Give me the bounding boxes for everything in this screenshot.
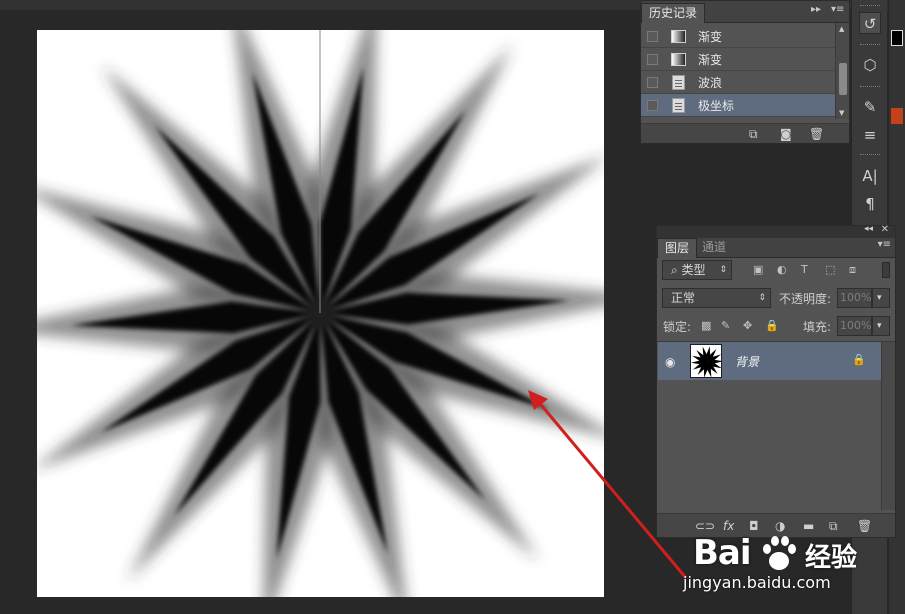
strip-grip[interactable] — [860, 154, 880, 157]
blend-mode-value: 正常 — [671, 291, 696, 305]
filter-smart-object-icon[interactable]: ⧈ — [849, 263, 856, 277]
scroll-up-icon[interactable]: ▲ — [839, 25, 844, 33]
blend-mode-select[interactable]: 正常 ⇕ — [662, 288, 771, 308]
folder-icon[interactable]: ▬ — [803, 519, 814, 533]
tab-channels[interactable]: 通道 — [695, 238, 733, 258]
snapshot-source-checkbox[interactable] — [647, 100, 658, 111]
baidu-jingyan-logo: Bai 经验 — [693, 533, 863, 577]
trash-icon[interactable]: 🗑 — [809, 127, 824, 141]
lock-position-icon[interactable]: ✥ — [743, 319, 752, 332]
chevron-updown-icon: ⇕ — [719, 265, 727, 275]
layer-name[interactable]: 背景 — [735, 353, 759, 370]
gradient-icon — [671, 30, 686, 43]
trash-icon[interactable]: 🗑 — [857, 519, 872, 533]
snapshot-source-checkbox[interactable] — [647, 54, 658, 65]
layer-thumbnail[interactable] — [690, 344, 722, 378]
history-panel: 历史记录 ▸▸ ▾≡ 渐变 渐变 波浪 极坐标 ▲ ▼ ⧉ ◙ 🗑 — [640, 0, 850, 144]
search-icon: ⌕ — [671, 263, 682, 277]
document-icon — [672, 98, 685, 113]
filter-type-icon[interactable]: T — [801, 263, 808, 276]
collapse-icon[interactable]: ▸▸ — [811, 4, 821, 15]
camera-icon[interactable]: ◙ — [780, 127, 792, 141]
layers-panel: ◂◂ ✕ 图层 通道 ▾≡ ⌕ 类型 ⇕ ▣ ◐ T ⬚ ⧈ 正常 ⇕ 不透明度… — [656, 224, 896, 538]
filter-kind-label: 类型 — [681, 263, 706, 277]
history-item-label: 波浪 — [698, 76, 723, 90]
fill-input[interactable]: 100% — [837, 316, 872, 336]
strip-grip[interactable] — [860, 86, 880, 89]
layers-tab-bar: 图层 通道 ▾≡ — [657, 238, 895, 258]
history-scroll-thumb[interactable] — [839, 63, 847, 95]
layers-scrollbar[interactable] — [881, 342, 895, 510]
strip-grip[interactable] — [860, 44, 880, 47]
history-brush-icon[interactable]: ↺ — [859, 12, 881, 34]
logo-chinese-text: 经验 — [805, 543, 858, 573]
mask-icon[interactable]: ◘ — [749, 519, 759, 533]
layers-panel-header: ◂◂ ✕ — [657, 224, 895, 238]
history-item[interactable]: 极坐标 — [641, 94, 835, 117]
history-scrollbar[interactable]: ▲ ▼ — [835, 23, 849, 119]
foreground-swatch[interactable] — [891, 30, 903, 46]
watermark-url: jingyan.baidu.com — [683, 573, 831, 592]
new-document-from-state-icon[interactable]: ⧉ — [749, 127, 758, 141]
adjust-icon[interactable]: ≡ — [859, 124, 881, 146]
3d-icon[interactable]: ⬡ — [859, 54, 881, 76]
layer-filter-kind[interactable]: ⌕ 类型 ⇕ — [662, 260, 732, 280]
panel-menu-icon[interactable]: ▾≡ — [878, 239, 891, 250]
panel-menu-icon[interactable]: ▾≡ — [831, 4, 844, 15]
history-item-label: 渐变 — [698, 53, 723, 67]
fx-icon[interactable]: fx — [723, 519, 734, 533]
chevron-updown-icon: ⇕ — [758, 293, 766, 303]
document-icon — [672, 75, 685, 90]
collapse-icon[interactable]: ◂◂ — [864, 224, 873, 234]
lock-label: 锁定: — [663, 320, 692, 334]
history-tab-bar: 历史记录 ▸▸ ▾≡ — [641, 1, 849, 23]
eye-icon[interactable]: ◉ — [665, 355, 675, 369]
opacity-label: 不透明度: — [779, 292, 832, 306]
tab-history[interactable]: 历史记录 — [641, 3, 706, 23]
character-icon[interactable]: A| — [859, 165, 881, 187]
snapshot-source-checkbox[interactable] — [647, 31, 658, 42]
polar-star-artwork — [37, 30, 604, 597]
snapshot-source-checkbox[interactable] — [647, 77, 658, 88]
new-layer-icon[interactable]: ⧉ — [829, 519, 838, 533]
history-footer: ⧉ ◙ 🗑 — [641, 123, 849, 143]
link-icon[interactable]: ⊂⊃ — [695, 519, 715, 533]
tab-layers[interactable]: 图层 — [657, 238, 698, 258]
strip-grip[interactable] — [860, 5, 880, 8]
fill-dropdown-icon[interactable]: ▾ — [872, 316, 890, 336]
lock-image-icon[interactable]: ✎ — [721, 319, 730, 332]
lock-all-icon[interactable]: 🔒 — [765, 319, 779, 332]
filter-pixel-icon[interactable]: ▣ — [753, 263, 763, 276]
lock-icon: 🔒 — [852, 353, 866, 366]
history-item-label: 极坐标 — [698, 99, 735, 113]
history-item-label: 渐变 — [698, 30, 723, 44]
layer-row-background[interactable]: ◉ 背景 🔒 — [658, 342, 882, 380]
logo-text: Bai — [693, 533, 752, 573]
filter-toggle[interactable] — [882, 262, 890, 278]
lock-transparent-icon[interactable]: ▩ — [701, 319, 711, 332]
adjustment-icon[interactable]: ◑ — [775, 519, 785, 533]
opacity-input[interactable]: 100% — [837, 288, 872, 308]
opacity-dropdown-icon[interactable]: ▾ — [872, 288, 890, 308]
fill-label: 填充: — [803, 320, 832, 334]
gradient-icon — [671, 53, 686, 66]
close-icon[interactable]: ✕ — [881, 224, 889, 235]
history-item[interactable]: 渐变 — [641, 25, 835, 48]
document-canvas[interactable] — [37, 30, 604, 597]
filter-shape-icon[interactable]: ⬚ — [825, 263, 835, 276]
brush-presets-icon[interactable]: ✎ — [859, 96, 881, 118]
scroll-down-icon[interactable]: ▼ — [839, 109, 844, 117]
history-item[interactable]: 渐变 — [641, 48, 835, 71]
paragraph-icon[interactable]: ¶ — [859, 193, 881, 215]
paw-icon — [763, 536, 796, 570]
color-swatch[interactable] — [891, 108, 903, 124]
history-item[interactable]: 波浪 — [641, 71, 835, 94]
filter-adjustment-icon[interactable]: ◐ — [777, 263, 787, 276]
